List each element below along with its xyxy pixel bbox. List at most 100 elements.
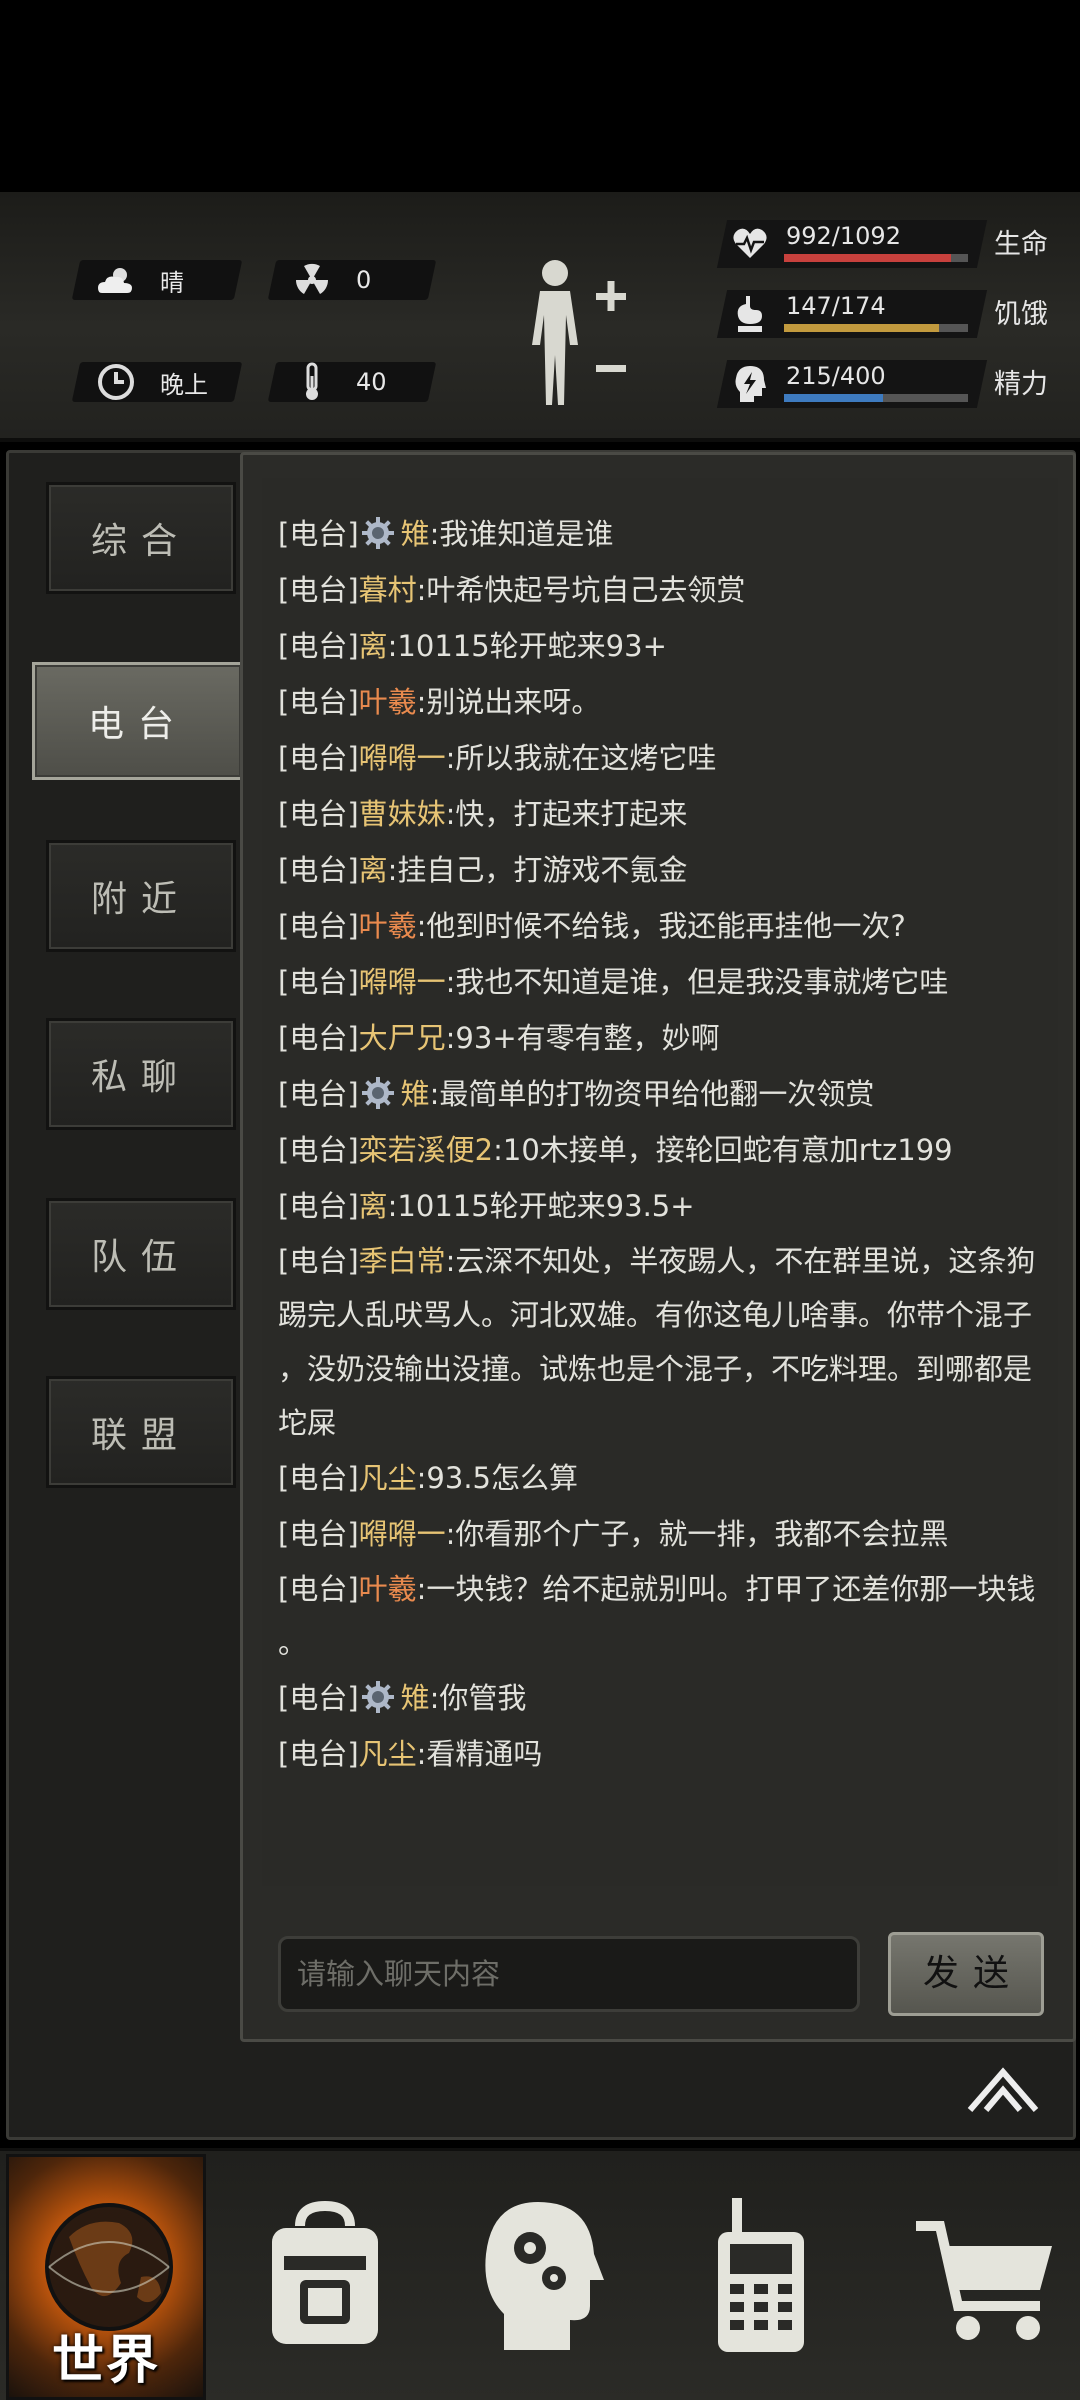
sender-name[interactable]: 栾若溪便2 — [359, 1133, 493, 1167]
message-text-continued: ，没奶没输出没撞。试炼也是个混子，不吃料理。到哪都是 — [278, 1352, 1033, 1386]
radiation-stat: 0 — [267, 260, 437, 300]
channel-tag: [电台] — [278, 517, 359, 551]
skills-button[interactable] — [478, 2196, 608, 2356]
chat-message: [电台]凡尘:看精通吗 — [278, 1726, 1042, 1782]
message-text: :一块钱？给不起就别叫。打甲了还差你那一块钱 — [416, 1572, 1036, 1606]
message-text: :10木接单，接轮回蛇有意加rtz199 — [493, 1133, 953, 1167]
sender-name[interactable]: 嘚嘚一 — [359, 741, 446, 775]
chat-message: [电台]暮村:叶希快起号坑自己去领赏 — [278, 562, 1042, 618]
chat-message: [电台]嘚嘚一:你看那个广子，就一排，我都不会拉黑 — [278, 1506, 1042, 1562]
shopping-cart-icon — [916, 2221, 1052, 2340]
message-text: :云深不知处，半夜踢人，不在群里说，这条狗 — [445, 1244, 1036, 1278]
shop-button[interactable] — [912, 2196, 1062, 2356]
channel-tag: [电台] — [278, 685, 359, 719]
sender-name[interactable]: 凡尘 — [359, 1461, 417, 1495]
chat-messages: [电台] 雉:我谁知道是谁 [电台]暮村:叶希快起号坑自己去领赏 [电台]离:1011… — [262, 506, 1042, 1782]
sender-name[interactable]: 暮村 — [359, 573, 417, 607]
radiation-icon — [292, 260, 332, 300]
chat-message-list[interactable]: …… [电台]雉:我谁知道是谁[电台]暮村:叶希快起号坑自己去领赏[电台]离:1… — [262, 478, 1058, 1886]
sender-name[interactable]: 大尸兄 — [359, 1021, 446, 1055]
channel-tag: [电台] — [278, 1572, 359, 1606]
collapse-chevron-icon[interactable] — [966, 2066, 1040, 2114]
walkie-talkie-icon — [718, 2198, 804, 2352]
message-text: :10115轮开蛇来93+ — [387, 629, 667, 663]
message-text: :93.5怎么算 — [416, 1461, 578, 1495]
chat-input[interactable]: 请输入聊天内容 — [278, 1936, 860, 2012]
chat-message: [电台]曹妹妹:快，打起来打起来 — [278, 786, 1042, 842]
sender-name[interactable]: 雉 — [401, 517, 430, 551]
sender-name[interactable]: 叶羲 — [359, 909, 417, 943]
sender-name[interactable]: 季白常 — [359, 1244, 446, 1278]
chat-message: [电台]季白常:云深不知处，半夜踢人，不在群里说，这条狗 踢完人乱吠骂人。河北双雄… — [278, 1234, 1042, 1450]
tab-radio[interactable]: 电台 — [32, 662, 244, 780]
tab-general[interactable]: 综合 — [46, 482, 236, 594]
channel-tag: [电台] — [278, 629, 359, 663]
health-bar: 992/1092 生命 — [716, 220, 1062, 268]
chat-message: [电台]离:10115轮开蛇来93.5+ — [278, 1178, 1042, 1234]
radio-button[interactable] — [696, 2196, 826, 2356]
sender-name[interactable]: 离 — [359, 853, 388, 887]
tab-nearby[interactable]: 附近 — [46, 840, 236, 952]
chat-message: [电台]叶羲:他到时候不给钱，我还能再挂他一次? — [278, 898, 1042, 954]
chat-message: [电台]嘚嘚一:我也不知道是谁，但是我没事就烤它哇 — [278, 954, 1042, 1010]
energy-fill — [784, 394, 883, 402]
message-text: :叶希快起号坑自己去领赏 — [416, 573, 746, 607]
sender-name[interactable]: 离 — [359, 1189, 388, 1223]
sender-name[interactable]: 雉 — [401, 1681, 430, 1715]
channel-tag: [电台] — [278, 1681, 359, 1715]
chat-message: [电台]嘚嘚一:所以我就在这烤它哇 — [278, 730, 1042, 786]
channel-tag: [电台] — [278, 853, 359, 887]
message-text: :我谁知道是谁 — [429, 517, 614, 551]
sender-name[interactable]: 离 — [359, 629, 388, 663]
head-gears-icon — [485, 2202, 604, 2350]
radiation-value: 0 — [356, 266, 372, 294]
chat-message: [电台]离:10115轮开蛇来93+ — [278, 618, 1042, 674]
tab-team[interactable]: 队伍 — [46, 1198, 236, 1310]
chat-message: [电台] 雉:你管我 — [278, 1670, 1042, 1726]
message-text-continued: 坨屎 — [278, 1406, 337, 1440]
sender-name[interactable]: 叶羲 — [359, 685, 417, 719]
clipped-message-top: …… — [278, 478, 1058, 490]
backpack-button[interactable] — [260, 2196, 390, 2356]
character-body-button[interactable] — [520, 255, 630, 415]
channel-tag: [电台] — [278, 1133, 359, 1167]
weather-stat: 晴 — [71, 260, 243, 300]
sender-name[interactable]: 曹妹妹 — [359, 797, 446, 831]
message-text: :你看那个广子，就一排，我都不会拉黑 — [445, 1517, 949, 1551]
message-text-continued: 。 — [278, 1626, 308, 1660]
message-text: :挂自己，打游戏不氪金 — [387, 853, 688, 887]
sender-name[interactable]: 嘚嘚一 — [359, 965, 446, 999]
message-text: :所以我就在这烤它哇 — [445, 741, 717, 775]
message-text: :快，打起来打起来 — [445, 797, 688, 831]
world-label: 世界 — [51, 2331, 160, 2391]
heartbeat-icon — [732, 224, 768, 264]
sender-name[interactable]: 嘚嘚一 — [359, 1517, 446, 1551]
channel-tag: [电台] — [278, 965, 359, 999]
chat-message: [电台]叶羲:别说出来呀。 — [278, 674, 1042, 730]
gear-badge-icon — [361, 512, 395, 549]
sender-name[interactable]: 凡尘 — [359, 1737, 417, 1771]
sender-name[interactable]: 叶羲 — [359, 1572, 417, 1606]
head-bolt-icon — [732, 364, 768, 404]
hunger-value: 147/174 — [786, 292, 886, 320]
channel-tag: [电台] — [278, 1021, 359, 1055]
message-text: :93+有零有整，妙啊 — [445, 1021, 720, 1055]
message-text: :我也不知道是谁，但是我没事就烤它哇 — [445, 965, 949, 999]
channel-tag: [电台] — [278, 1189, 359, 1223]
send-button[interactable]: 发送 — [888, 1932, 1044, 2016]
channel-tag: [电台] — [278, 741, 359, 775]
top-blank-area — [0, 0, 1080, 192]
hunger-label: 饥饿 — [994, 299, 1048, 330]
energy-bar: 215/400 精力 — [716, 360, 1062, 408]
hunger-bar: 147/174 饥饿 — [716, 290, 1062, 338]
temperature-value: 40 — [356, 368, 387, 396]
channel-tag: [电台] — [278, 1517, 359, 1551]
stomach-icon — [732, 294, 768, 334]
message-text: :别说出来呀。 — [416, 685, 601, 719]
health-fill — [784, 254, 952, 262]
tab-alliance[interactable]: 联盟 — [46, 1376, 236, 1488]
tab-private-chat[interactable]: 私聊 — [46, 1018, 236, 1130]
clock-icon — [96, 362, 136, 402]
message-text: :你管我 — [429, 1681, 527, 1715]
sender-name[interactable]: 雉 — [401, 1077, 430, 1111]
